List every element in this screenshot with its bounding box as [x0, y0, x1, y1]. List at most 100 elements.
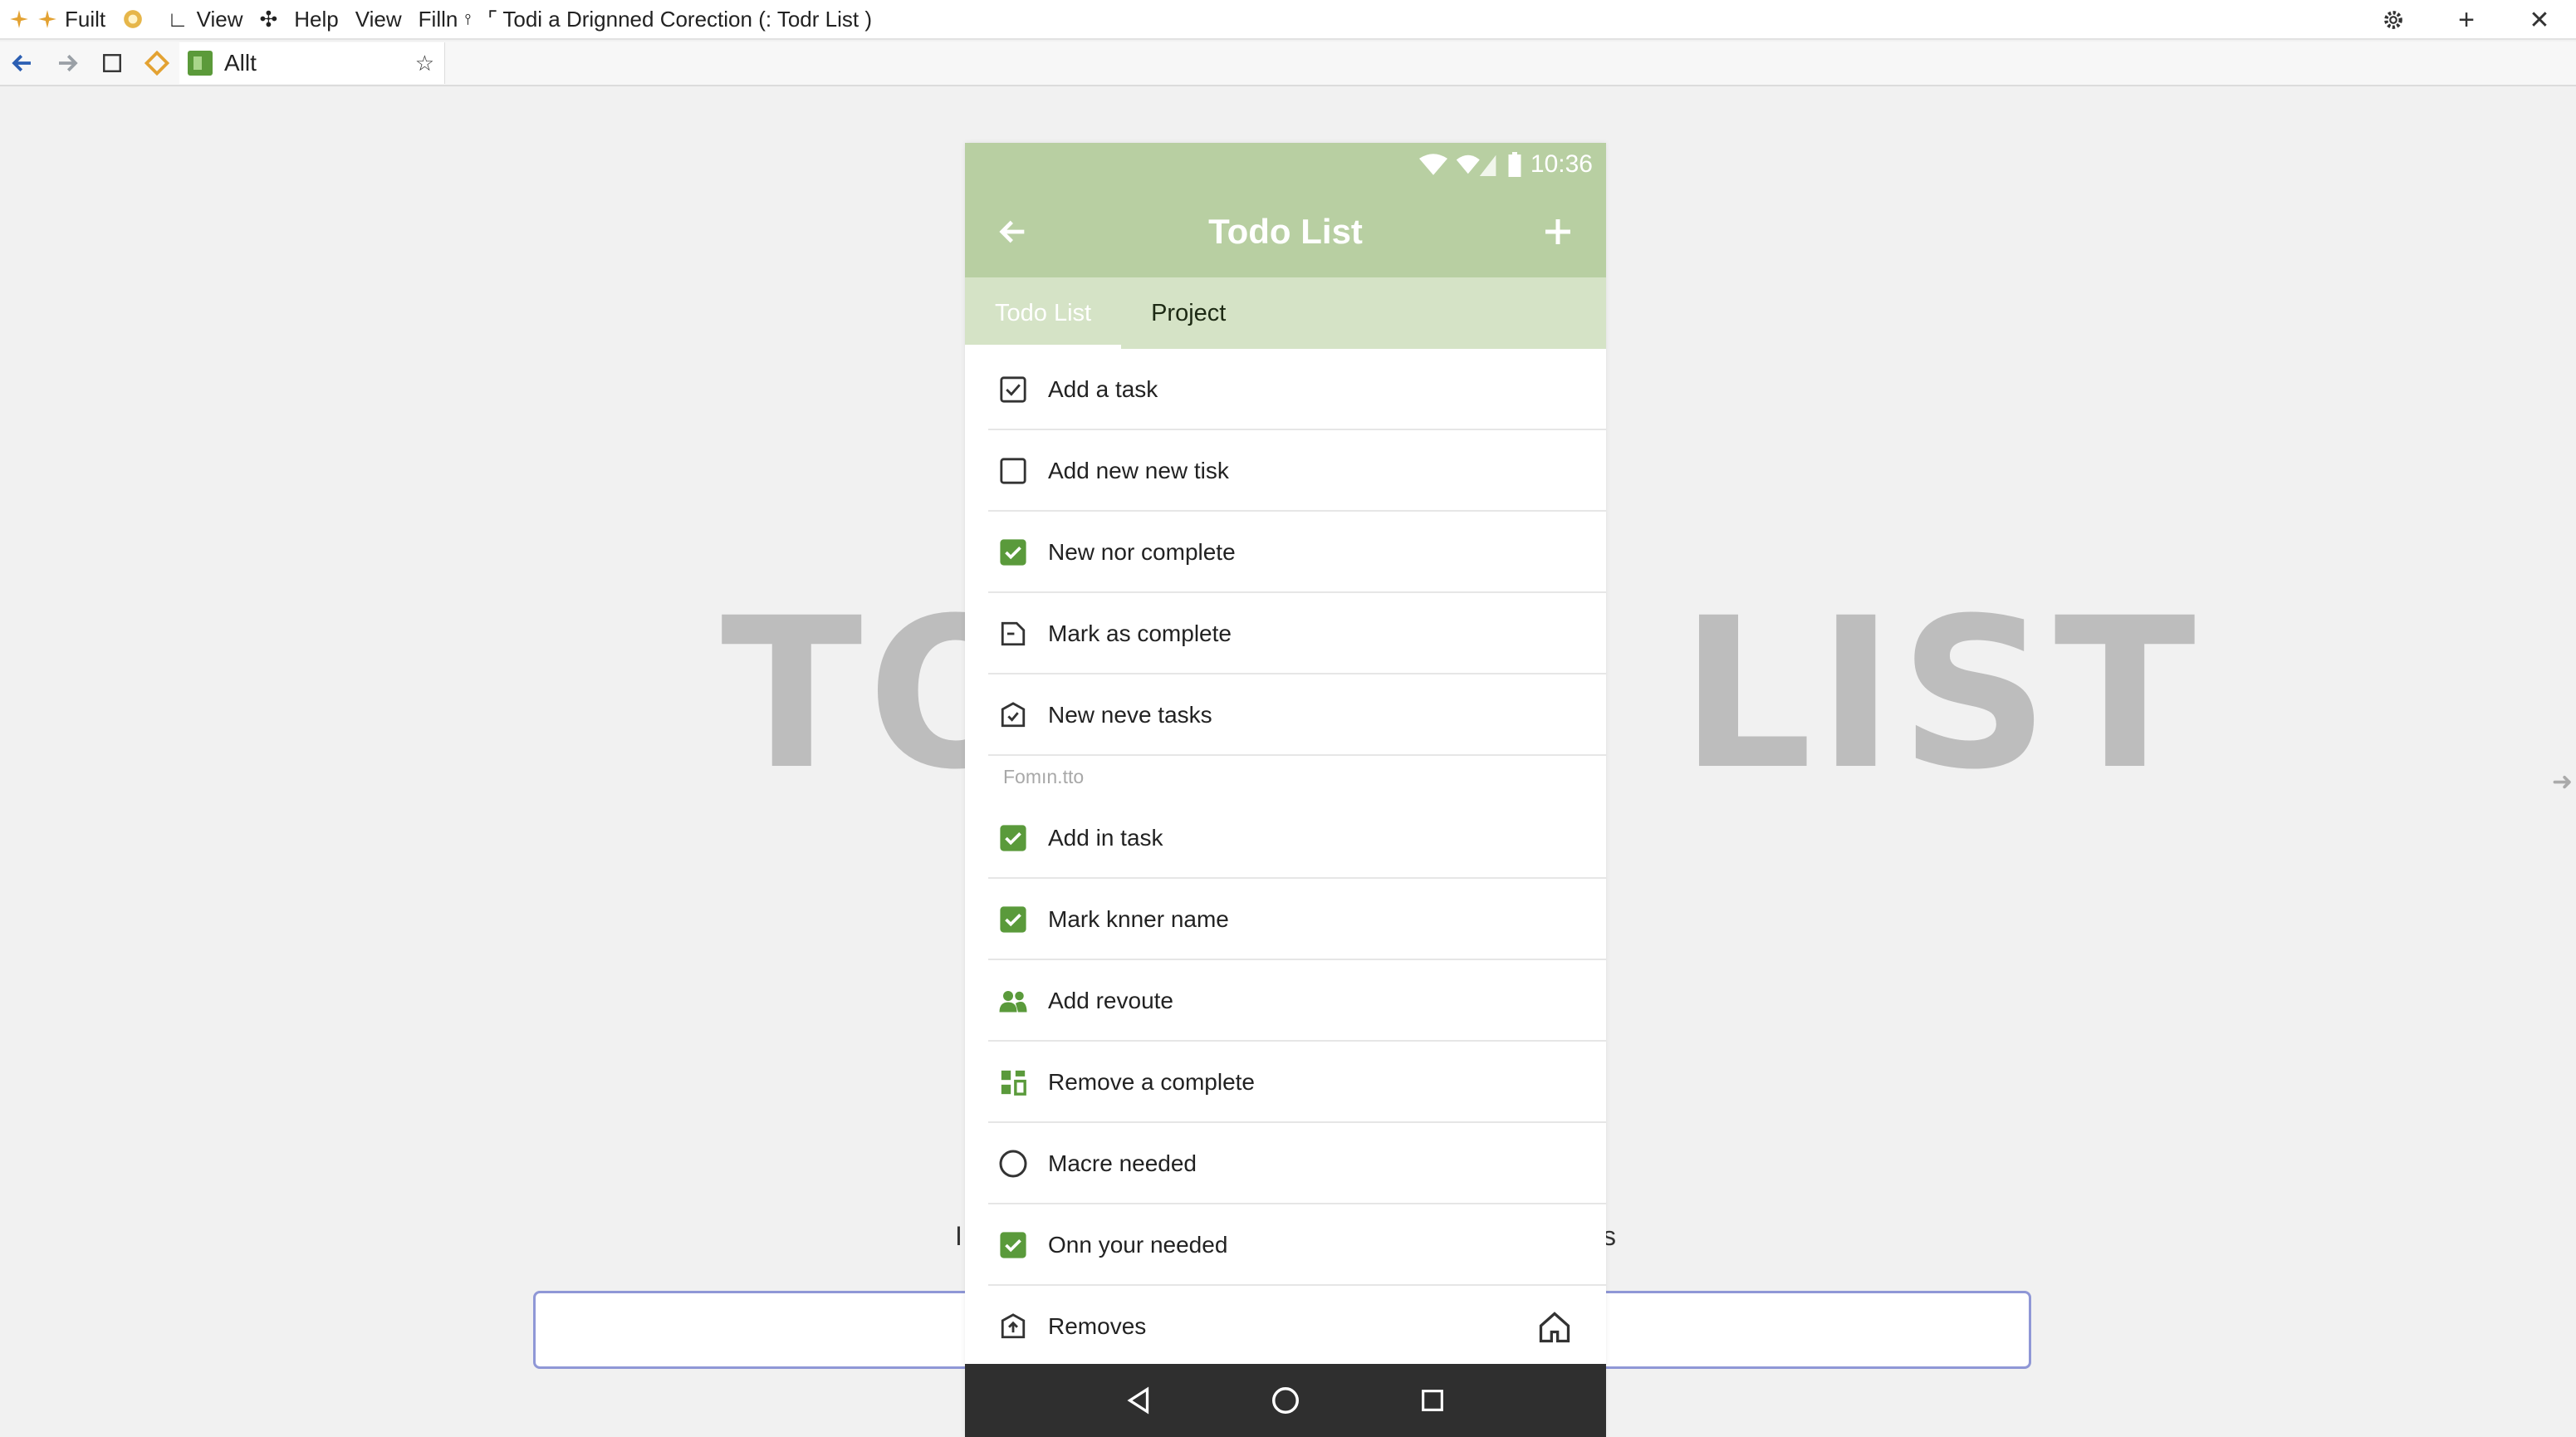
- menu-help[interactable]: Help: [286, 0, 346, 39]
- checkbox-checked-green-icon[interactable]: [998, 823, 1028, 853]
- list-item[interactable]: Add revoute: [965, 960, 1606, 1042]
- app-star-icon: [10, 10, 28, 28]
- list-item-label: Add a task: [1048, 376, 1158, 402]
- checkbox-checked-green-icon[interactable]: [998, 1230, 1028, 1260]
- list-item[interactable]: Macre needed: [965, 1123, 1606, 1204]
- menu-fuilt[interactable]: Fuilt: [0, 0, 114, 39]
- home-icon[interactable]: [1536, 1309, 1573, 1346]
- checkbox-checked-green-icon[interactable]: [998, 905, 1028, 934]
- back-button[interactable]: [0, 41, 45, 86]
- menu-view-2-label: View: [355, 6, 402, 32]
- circle-home-icon: [1271, 1387, 1299, 1414]
- nav-recents-button[interactable]: [1408, 1376, 1457, 1425]
- list-item[interactable]: New neve tasks: [965, 674, 1606, 756]
- tab-todo-list[interactable]: Todo List: [965, 277, 1122, 349]
- edge-scroll-icon[interactable]: ➜: [2552, 768, 2573, 797]
- square-recents-icon: [1422, 1390, 1444, 1411]
- checkbox-empty-icon[interactable]: [998, 456, 1028, 486]
- list-item[interactable]: Add new new tisk: [965, 430, 1606, 512]
- app-back-button[interactable]: [980, 199, 1046, 265]
- app-bar: Todo List: [965, 186, 1606, 277]
- corner-icon: ∟: [167, 6, 189, 32]
- status-time: 10:36: [1530, 150, 1593, 178]
- back-arrow-icon: [999, 220, 1025, 243]
- checkbox-checked-green-icon[interactable]: [998, 537, 1028, 567]
- list-item[interactable]: Removes: [965, 1286, 1606, 1367]
- pin-icon: ✣: [259, 6, 278, 32]
- back-arrow-icon: [12, 54, 31, 72]
- menu-fuilt-label: Fuilt: [65, 6, 106, 32]
- window-title-icon: ⌜: [487, 6, 498, 32]
- tag-check-icon: [998, 700, 1028, 730]
- browser-tab[interactable]: Allt ☆: [179, 42, 445, 84]
- signal-icon: [1456, 154, 1496, 176]
- status-bar: 10:36: [965, 143, 1606, 186]
- settings-button[interactable]: [2357, 0, 2430, 40]
- list-item[interactable]: Add in task: [965, 797, 1606, 879]
- tab-bar: Todo List Project: [965, 277, 1606, 349]
- app-star-icon-2: [38, 10, 56, 28]
- square-icon: [103, 54, 121, 72]
- people-icon: [998, 986, 1028, 1016]
- app-title: Todo List: [1208, 212, 1363, 251]
- window-title: ⌜ Todi a Drignned Corection (: Todr List…: [479, 0, 880, 39]
- menu-view-label: View: [196, 6, 243, 32]
- dropdown-icon: ⫯: [464, 10, 472, 27]
- list-item-label: Mark knner name: [1048, 906, 1229, 932]
- list-item-label: Macre needed: [1048, 1150, 1197, 1176]
- plus-icon: +: [2458, 3, 2475, 36]
- list-item[interactable]: Onn your needed: [965, 1204, 1606, 1286]
- window-button[interactable]: [90, 41, 135, 86]
- section-header: Fomın.tto: [1003, 765, 1085, 787]
- window-title-text: Todi a Drignned Corection (: Todr List ): [502, 6, 872, 32]
- list-item-label: Add in task: [1048, 825, 1163, 851]
- document-icon: [998, 619, 1028, 649]
- gear-icon: [2384, 11, 2402, 29]
- nav-back-button[interactable]: [1114, 1376, 1163, 1425]
- list-item[interactable]: Mark knner name: [965, 879, 1606, 960]
- diamond-icon: [144, 51, 169, 76]
- plus-icon: [1545, 219, 1570, 244]
- close-window-button[interactable]: ✕: [2503, 0, 2576, 40]
- background-title-right: LIST: [1680, 573, 2201, 815]
- list-item-label: Add new new tisk: [1048, 458, 1229, 483]
- add-task-button[interactable]: [1525, 199, 1591, 265]
- list-item-label: Removes: [1048, 1313, 1147, 1339]
- badge-icon: [124, 10, 142, 28]
- list-item-label: Onn your needed: [1048, 1232, 1228, 1258]
- triangle-back-icon: [1127, 1386, 1148, 1415]
- upload-box-icon: [998, 1312, 1028, 1341]
- phone-screen: 10:36 Todo List Todo List Project Add a …: [965, 143, 1606, 1437]
- menu-pin[interactable]: ✣: [251, 0, 286, 39]
- forward-arrow-icon: [59, 54, 78, 72]
- browser-tab-label: Allt: [224, 50, 257, 76]
- extension-button[interactable]: [135, 41, 179, 86]
- list-item[interactable]: Add a task: [965, 349, 1606, 430]
- close-icon: ✕: [2529, 6, 2550, 34]
- checkbox-outline-checked-icon[interactable]: [998, 375, 1028, 405]
- radio-empty-icon[interactable]: [998, 1149, 1028, 1179]
- browser-toolbar: Allt ☆: [0, 42, 2576, 86]
- android-nav-bar: [965, 1364, 1606, 1437]
- menu-filln[interactable]: Filln ⫯: [410, 0, 480, 39]
- list-item-label: New nor complete: [1048, 539, 1236, 565]
- todo-list: Add a task Add new new tisk New nor comp…: [965, 349, 1606, 1367]
- menu-filln-label: Filln: [418, 6, 458, 32]
- tab-project[interactable]: Project: [1121, 277, 1256, 349]
- forward-button[interactable]: [45, 41, 90, 86]
- list-item[interactable]: New nor complete: [965, 512, 1606, 593]
- new-tab-button[interactable]: +: [2430, 0, 2503, 40]
- list-item[interactable]: Remove a complete: [965, 1042, 1606, 1123]
- dashboard-icon: [998, 1067, 1028, 1097]
- menu-badge[interactable]: [114, 0, 159, 39]
- list-item-label: New neve tasks: [1048, 702, 1212, 728]
- wifi-icon: [1418, 154, 1447, 175]
- window-controls: + ✕: [2357, 0, 2576, 40]
- star-icon[interactable]: ☆: [415, 51, 434, 76]
- list-item-label: Mark as complete: [1048, 620, 1232, 646]
- nav-home-button[interactable]: [1261, 1376, 1310, 1425]
- menu-view-2[interactable]: View: [347, 0, 410, 39]
- menu-view[interactable]: ∟ View: [159, 0, 251, 39]
- list-item-label: Remove a complete: [1048, 1069, 1256, 1095]
- list-item[interactable]: Mark as complete: [965, 593, 1606, 674]
